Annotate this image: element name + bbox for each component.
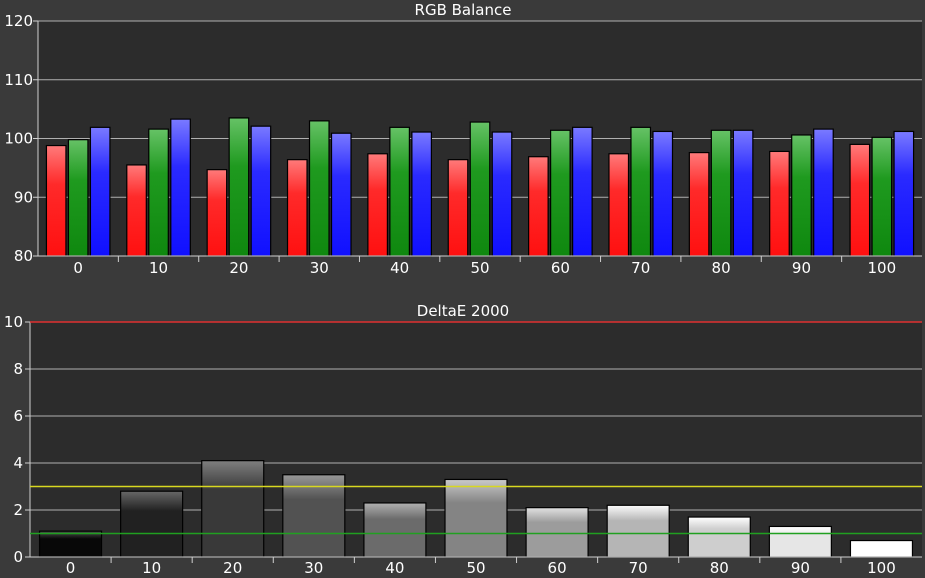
rgb-green-bar bbox=[710, 129, 732, 257]
rgb-y-tick-label: 80 bbox=[14, 247, 33, 265]
rgb-green-bar bbox=[469, 121, 491, 257]
rgb-green-bar bbox=[871, 136, 893, 257]
rgb-x-tick-label: 90 bbox=[792, 259, 811, 277]
rgb-green-bar bbox=[67, 139, 89, 257]
deltae-x-tick-label: 20 bbox=[223, 559, 242, 577]
deltae-y-tick-label: 10 bbox=[4, 313, 23, 331]
rgb-green-bar bbox=[550, 129, 571, 257]
rgb-x-tick-label: 30 bbox=[310, 259, 329, 277]
rgb-green-bar bbox=[630, 126, 652, 257]
deltae-x-tick-label: 100 bbox=[867, 559, 896, 577]
deltae-x-tick-label: 40 bbox=[385, 559, 404, 577]
deltae-bar bbox=[120, 490, 184, 558]
deltae-x-tick-label: 90 bbox=[791, 559, 810, 577]
rgb-red-bar bbox=[447, 159, 469, 257]
rgb-y-tick-label: 120 bbox=[4, 12, 33, 30]
deltae-x-tick-label: 60 bbox=[548, 559, 567, 577]
rgb-x-tick-label: 60 bbox=[551, 259, 570, 277]
rgb-balance-chart: RGB Balance 80 90 100 110 120 0 10 20 30 40 50 60 70… bbox=[4, 1, 922, 277]
rgb-y-tick-label: 100 bbox=[4, 130, 33, 148]
deltae-x-tick-label: 10 bbox=[142, 559, 161, 577]
rgb-blue-bar bbox=[732, 129, 754, 257]
deltae-x-tick-label: 80 bbox=[710, 559, 729, 577]
deltae-x-tick-label: 30 bbox=[304, 559, 323, 577]
rgb-red-bar bbox=[769, 150, 790, 257]
rgb-x-tick-label: 100 bbox=[867, 259, 896, 277]
deltae-y-tick-label: 6 bbox=[13, 407, 23, 425]
rgb-y-tick-label: 110 bbox=[4, 71, 33, 89]
rgb-x-tick-label: 0 bbox=[73, 259, 83, 277]
rgb-y-tick-label: 90 bbox=[14, 188, 33, 206]
rgb-blue-bar bbox=[89, 126, 111, 257]
deltae-bar bbox=[849, 539, 914, 558]
rgb-green-bar bbox=[228, 117, 250, 257]
rgb-x-tick-label: 70 bbox=[631, 259, 650, 277]
rgb-red-bar bbox=[367, 153, 388, 257]
rgb-blue-bar bbox=[491, 131, 513, 257]
deltae-y-tick-label: 0 bbox=[13, 548, 23, 566]
rgb-blue-bar bbox=[170, 118, 191, 257]
deltae-bar bbox=[687, 516, 751, 558]
deltae-y-tick-label: 8 bbox=[13, 360, 23, 378]
rgb-red-bar bbox=[608, 153, 630, 257]
deltae-x-tick-label: 70 bbox=[629, 559, 648, 577]
deltae-bar bbox=[768, 525, 832, 558]
deltae-x-tick-label: 50 bbox=[466, 559, 485, 577]
rgb-x-tick-label: 10 bbox=[149, 259, 168, 277]
rgb-x-tick-label: 80 bbox=[712, 259, 731, 277]
deltae-bar bbox=[363, 502, 427, 558]
rgb-red-bar bbox=[126, 164, 147, 257]
rgb-red-bar bbox=[206, 169, 228, 257]
rgb-red-bar bbox=[849, 143, 871, 257]
rgb-green-bar bbox=[389, 126, 410, 257]
rgb-green-bar bbox=[791, 134, 812, 257]
deltae-bar bbox=[38, 530, 103, 558]
rgb-red-bar bbox=[528, 156, 549, 257]
deltae-bar bbox=[444, 478, 508, 558]
deltae-y-tick-label: 4 bbox=[13, 454, 23, 472]
deltae-bar bbox=[201, 460, 265, 558]
rgb-blue-bar bbox=[893, 130, 915, 257]
deltae-x-tick-label: 0 bbox=[66, 559, 76, 577]
rgb-red-bar bbox=[688, 152, 710, 257]
rgb-red-bar bbox=[45, 144, 67, 257]
charts-svg: RGB Balance 80901001101200 10 20 30 40 50 60 70… bbox=[4, 1, 922, 577]
rgb-x-tick-label: 50 bbox=[470, 259, 489, 277]
rgb-x-tick-label: 40 bbox=[390, 259, 409, 277]
rgb-balance-title: RGB Balance bbox=[415, 1, 512, 19]
rgb-red-bar bbox=[286, 159, 308, 257]
rgb-blue-bar bbox=[652, 130, 674, 257]
rgb-blue-bar bbox=[330, 132, 352, 257]
deltae-bar bbox=[525, 507, 589, 558]
rgb-blue-bar bbox=[813, 128, 834, 257]
deltae-y-tick-label: 2 bbox=[13, 501, 23, 519]
rgb-blue-bar bbox=[572, 126, 593, 257]
rgb-green-bar bbox=[148, 128, 169, 257]
rgb-x-tick-label: 20 bbox=[229, 259, 248, 277]
chart-canvas: RGB Balance 80 90 100 110 120 0 10 20 30 40 50 60 70… bbox=[0, 0, 925, 578]
deltae-chart: DeltaE 2000 02468100 10 20 30 40 50 60 70 80 90 10… bbox=[4, 302, 922, 577]
rgb-blue-bar bbox=[411, 131, 432, 257]
rgb-blue-bar bbox=[250, 125, 272, 257]
rgb-green-bar bbox=[308, 120, 330, 257]
deltae-title: DeltaE 2000 bbox=[417, 302, 509, 320]
deltae-bar bbox=[606, 504, 670, 558]
